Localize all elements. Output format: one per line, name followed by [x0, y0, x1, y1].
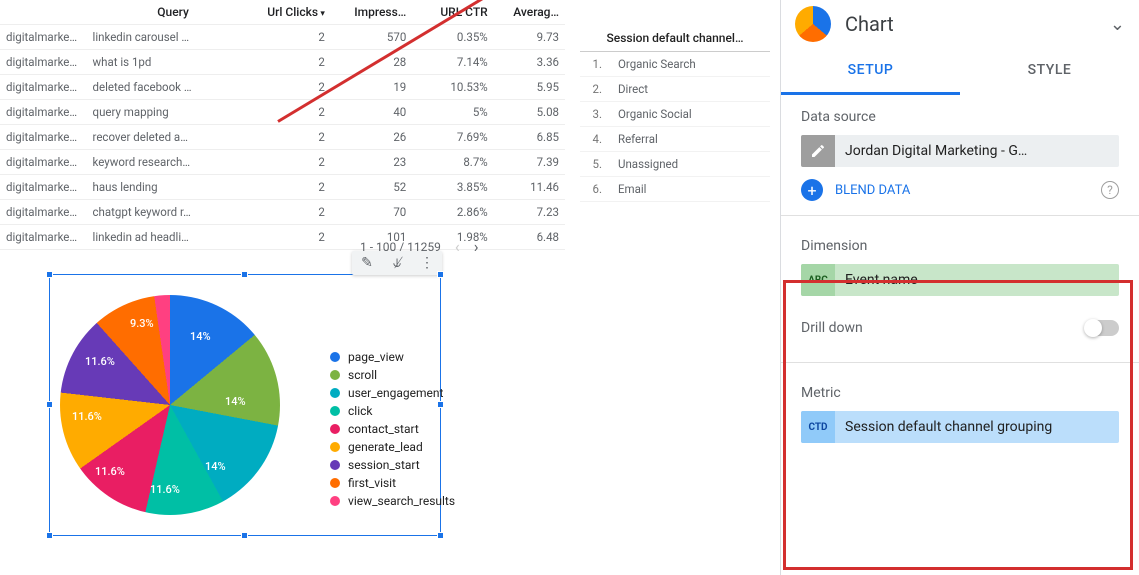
annotation-box: [783, 280, 1133, 570]
plus-icon[interactable]: +: [801, 179, 823, 201]
chart-type-selector[interactable]: Chart ⌄: [781, 0, 1139, 48]
pie-chart-selected[interactable]: ✎ ⫝̸ ⋮ 14% 14% 14% 11.6% 11.6% 11.6% 11.…: [50, 275, 440, 535]
legend-swatch: [330, 478, 340, 488]
data-source-chip[interactable]: Jordan Digital Marketing - G…: [801, 135, 1119, 167]
table-row[interactable]: 3.Organic Social: [580, 102, 770, 127]
slice-label: 14%: [225, 395, 246, 408]
pencil-icon: [801, 135, 835, 167]
legend-item[interactable]: click: [330, 404, 455, 418]
channel-table[interactable]: Session default channel… 1.Organic Searc…: [580, 25, 770, 202]
table-row[interactable]: digitalmarketing…what is 1pd2287.14%3.36: [0, 50, 565, 75]
col-avg[interactable]: Averag…: [494, 0, 565, 25]
channel-header[interactable]: Session default channel…: [580, 25, 770, 52]
panel-tabs: SETUP STYLE: [781, 48, 1139, 95]
legend: page_viewscroll user_engagementclick conta…: [330, 350, 455, 508]
table-row[interactable]: digitalmarketing…linkedin carousel …2570…: [0, 25, 565, 50]
panel-title: Chart: [845, 12, 1096, 36]
data-source-label: Data source: [801, 109, 1119, 125]
legend-swatch: [330, 460, 340, 470]
table-row[interactable]: digitalmarketing…linkedin ad headli…2101…: [0, 225, 565, 250]
prev-page-icon[interactable]: ‹: [455, 237, 460, 256]
chevron-down-icon: ⌄: [1110, 14, 1125, 35]
resize-handle[interactable]: [241, 271, 248, 278]
table-row[interactable]: digitalmarketing…keyword research…2238.7…: [0, 150, 565, 175]
table-row[interactable]: digitalmarketing…query mapping2405%5.08: [0, 100, 565, 125]
chart-toolbar: ✎ ⫝̸ ⋮: [352, 251, 442, 275]
more-icon[interactable]: ⋮: [412, 255, 442, 271]
slice-label: 11.6%: [95, 465, 125, 478]
pie-chart-icon: [795, 6, 831, 42]
resize-handle[interactable]: [46, 271, 53, 278]
legend-item[interactable]: generate_lead: [330, 440, 455, 454]
legend-item[interactable]: scroll: [330, 368, 455, 382]
table-row[interactable]: 5.Unassigned: [580, 152, 770, 177]
help-icon[interactable]: ?: [1101, 181, 1119, 199]
legend-item[interactable]: first_visit: [330, 476, 455, 490]
blend-data-button[interactable]: BLEND DATA: [835, 183, 1089, 198]
table-row[interactable]: digitalmarketing…chatgpt keyword r…2702.…: [0, 200, 565, 225]
slice-label: 14%: [205, 460, 226, 473]
edit-icon[interactable]: ✎: [352, 255, 382, 271]
table-row[interactable]: digitalmarketing…haus lending2523.85%11.…: [0, 175, 565, 200]
legend-swatch: [330, 442, 340, 452]
tab-style[interactable]: STYLE: [960, 48, 1139, 95]
table-row[interactable]: 1.Organic Search: [580, 52, 770, 77]
table-row[interactable]: digitalmarketing…recover deleted a…2267.…: [0, 125, 565, 150]
legend-swatch: [330, 496, 340, 506]
report-canvas[interactable]: Query Url Clicks Impress… URL CTR Averag…: [0, 0, 780, 575]
resize-handle[interactable]: [241, 532, 248, 539]
col-impress[interactable]: Impress…: [331, 0, 412, 25]
legend-swatch: [330, 352, 340, 362]
filter-icon[interactable]: ⫝̸: [382, 255, 412, 271]
legend-item[interactable]: user_engagement: [330, 386, 455, 400]
resize-handle[interactable]: [46, 532, 53, 539]
legend-item[interactable]: session_start: [330, 458, 455, 472]
next-page-icon[interactable]: ›: [474, 237, 479, 256]
legend-swatch: [330, 370, 340, 380]
table-row[interactable]: 4.Referral: [580, 127, 770, 152]
col-clicks[interactable]: Url Clicks: [260, 0, 331, 25]
legend-item[interactable]: contact_start: [330, 422, 455, 436]
slice-label: 14%: [190, 330, 211, 343]
resize-handle[interactable]: [437, 532, 444, 539]
legend-item[interactable]: view_search_results: [330, 494, 455, 508]
col-ctr[interactable]: URL CTR: [412, 0, 493, 25]
query-table[interactable]: Query Url Clicks Impress… URL CTR Averag…: [0, 0, 565, 250]
resize-handle[interactable]: [437, 271, 444, 278]
pie-chart[interactable]: 14% 14% 14% 11.6% 11.6% 11.6% 11.6% 9.3%: [60, 295, 280, 515]
resize-handle[interactable]: [46, 401, 53, 408]
legend-swatch: [330, 406, 340, 416]
legend-swatch: [330, 424, 340, 434]
legend-item[interactable]: page_view: [330, 350, 455, 364]
table-row[interactable]: 6.Email: [580, 177, 770, 202]
tab-setup[interactable]: SETUP: [781, 48, 960, 95]
table-row[interactable]: digitalmarketing…deleted facebook …21910…: [0, 75, 565, 100]
table-row[interactable]: 2.Direct: [580, 77, 770, 102]
slice-label: 11.6%: [85, 355, 115, 368]
slice-label: 11.6%: [72, 410, 102, 423]
slice-label: 11.6%: [150, 483, 180, 496]
dimension-label: Dimension: [801, 238, 1119, 254]
col-page[interactable]: [0, 0, 87, 25]
col-query[interactable]: Query: [87, 0, 260, 25]
legend-swatch: [330, 388, 340, 398]
properties-panel: Chart ⌄ SETUP STYLE Data source Jordan D…: [780, 0, 1139, 575]
slice-label: 9.3%: [130, 317, 154, 330]
